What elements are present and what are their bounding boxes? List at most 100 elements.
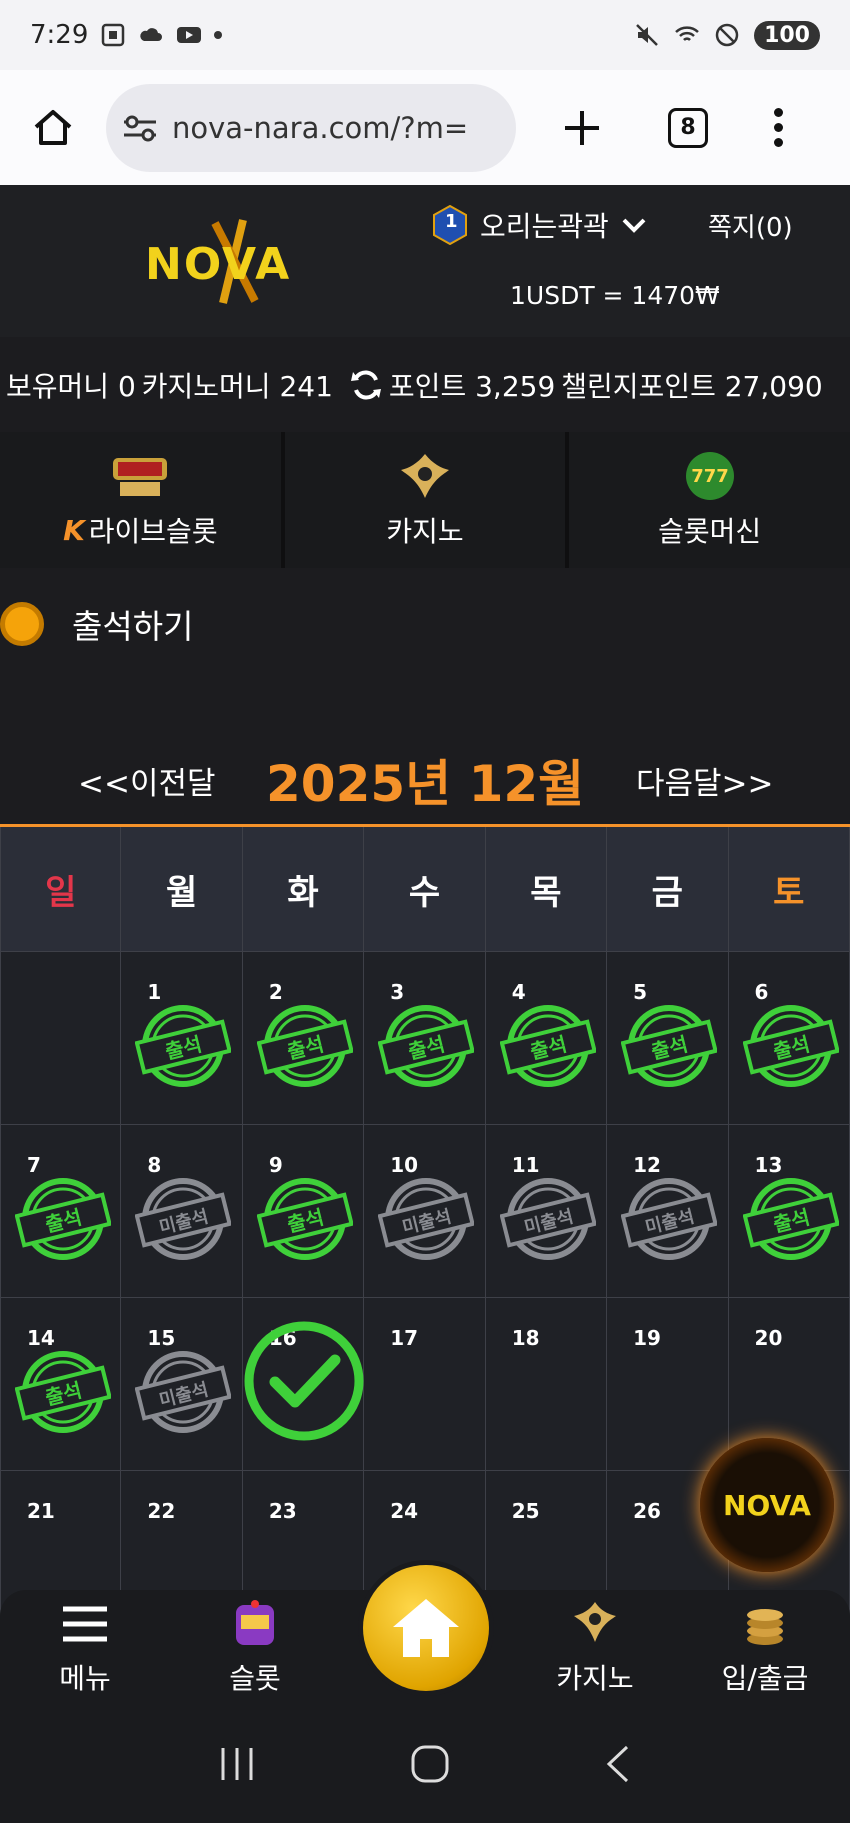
absent-stamp-icon: 미출석 [499,1178,596,1260]
username: 오리는곽곽 [480,210,609,243]
check-circle-icon[interactable] [243,1320,365,1442]
absent-stamp-icon: 미출석 [621,1178,718,1260]
weekday-sat: 토 [728,827,850,952]
nav-casino[interactable]: 카지노 [510,1590,680,1705]
attended-stamp-icon: 출석 [135,1005,232,1087]
calendar-day[interactable]: 18 [485,1298,608,1471]
calendar-day[interactable]: 6 출석 [728,952,850,1125]
user-dropdown[interactable]: 1 오리는곽곽 [432,205,647,245]
nav-home[interactable] [358,1560,494,1696]
day-number: 17 [390,1326,419,1350]
floating-nova-button[interactable]: NOVA [700,1438,834,1572]
plus-icon [565,110,599,145]
attended-stamp-icon: 출석 [256,1005,353,1087]
attended-stamp-icon: 출석 [15,1351,111,1433]
attended-stamp-icon: 출석 [256,1178,353,1260]
category-casino[interactable]: 카지노 [284,432,566,568]
nav-slot[interactable]: 슬롯 [170,1590,340,1705]
calendar-day[interactable]: 14 출석 [0,1298,122,1471]
calendar-day[interactable]: 1 출석 [121,952,243,1125]
category-label: 카지노 [386,515,464,548]
calendar-day[interactable]: 5 출석 [607,952,729,1125]
weekday-sun: 일 [0,827,122,952]
nova-logo[interactable]: NOVA [145,215,320,305]
day-number: 25 [511,1499,540,1523]
weekday-fri: 금 [607,827,729,952]
home-icon [393,1599,459,1657]
calendar-day[interactable]: 3 출석 [364,952,486,1125]
calendar-week: 7 출석 8 미출석 9 출석 10 미출석 11 미출석 12 미출석 13 출석 [0,1125,850,1298]
calendar-day[interactable]: 15 미출석 [121,1298,243,1471]
new-tab-button[interactable] [552,98,612,158]
calendar-day[interactable]: 19 [607,1298,729,1471]
calendar-day[interactable]: 12 미출석 [607,1125,729,1298]
calendar-day[interactable]: 9 출석 [242,1125,365,1298]
notification-dot [214,31,223,39]
calendar-day[interactable]: 7 출석 [0,1125,122,1298]
status-bar: 7:29 100 [0,0,850,70]
weekday-header: 일 월 화 수 목 금 토 [0,827,850,952]
back-icon[interactable] [603,1744,633,1784]
nav-menu[interactable]: 메뉴 [0,1590,170,1705]
coins-icon [747,1608,783,1645]
nav-label: 카지노 [556,1661,634,1695]
month-title: 2025년 12월 [266,755,585,813]
calendar-day[interactable]: 11 미출석 [485,1125,608,1298]
calendar-day[interactable]: 16 [242,1298,365,1471]
calendar-week: 1 출석 2 출석 3 출석 4 출석 5 출석 6 출석 [0,952,850,1125]
attendance-header: 출석하기 [0,600,193,648]
chevron-down-icon [622,218,646,233]
next-month-button[interactable]: 다음달>> [636,758,774,803]
nav-label: 입/출금 [721,1661,809,1695]
calendar-day[interactable]: 13 출석 [728,1125,850,1298]
cloud-icon [140,28,163,41]
attended-stamp-icon: 출석 [499,1005,596,1087]
browser-home-button[interactable] [20,95,86,161]
refresh-icon[interactable] [349,368,383,402]
calendar-day[interactable]: 10 미출석 [364,1125,486,1298]
nav-deposit-withdraw[interactable]: 입/출금 [680,1590,850,1705]
category-label: 라이브슬롯 [88,515,218,548]
absent-stamp-icon: 미출석 [135,1351,232,1433]
casino-money: 카지노머니 241 [141,369,333,403]
casino-icon [401,454,449,498]
day-number: 21 [27,1499,55,1523]
more-menu-button[interactable] [768,108,788,147]
nav-label: 슬롯 [229,1661,281,1695]
calendar-day[interactable]: 2 출석 [242,952,365,1125]
level-number: 1 [445,211,458,232]
weekday-thu: 목 [485,827,608,952]
calendar-day[interactable]: 4 출석 [485,952,608,1125]
wifi-icon [675,26,699,41]
month-navigation: <<이전달 2025년 12월 다음달>> [0,740,850,820]
battery-indicator: 100 [754,20,820,50]
messages-link[interactable]: 쪽지(0) [708,207,793,244]
svg-text:777: 777 [691,466,729,487]
attended-stamp-icon: 출석 [378,1005,475,1087]
day-number: 24 [390,1499,419,1523]
calendar-day[interactable]: 17 [364,1298,486,1471]
slot-machine-icon: 777 [685,452,734,500]
game-category-row: K 라이브슬롯 카지노 777 슬롯머신 [0,432,850,568]
day-number: 22 [147,1499,176,1523]
status-time: 7:29 [30,20,89,50]
do-not-disturb-icon [715,23,739,47]
prev-month-button[interactable]: <<이전달 [78,758,216,803]
calendar-day [0,952,122,1125]
menu-icon [63,1606,107,1641]
tab-switcher-button[interactable]: 8 [668,107,708,148]
recent-apps-icon[interactable] [217,1746,257,1782]
day-number: 19 [633,1326,661,1350]
attended-stamp-icon: 출석 [621,1005,718,1087]
k-icon: K [63,513,85,547]
category-slot-machine[interactable]: 777 슬롯머신 [569,432,850,568]
calendar-day[interactable]: 8 미출석 [121,1125,243,1298]
home-button-icon[interactable] [410,1744,450,1784]
site-settings-icon[interactable] [122,113,158,143]
category-live-slot[interactable]: K 라이브슬롯 [0,432,281,568]
attendance-title: 출석하기 [72,607,194,646]
nav-label: 메뉴 [59,1661,111,1695]
screenshot-icon [102,23,125,47]
url-bar[interactable]: nova-nara.com/?m= [106,83,516,172]
points: 포인트 3,259 [388,369,556,403]
